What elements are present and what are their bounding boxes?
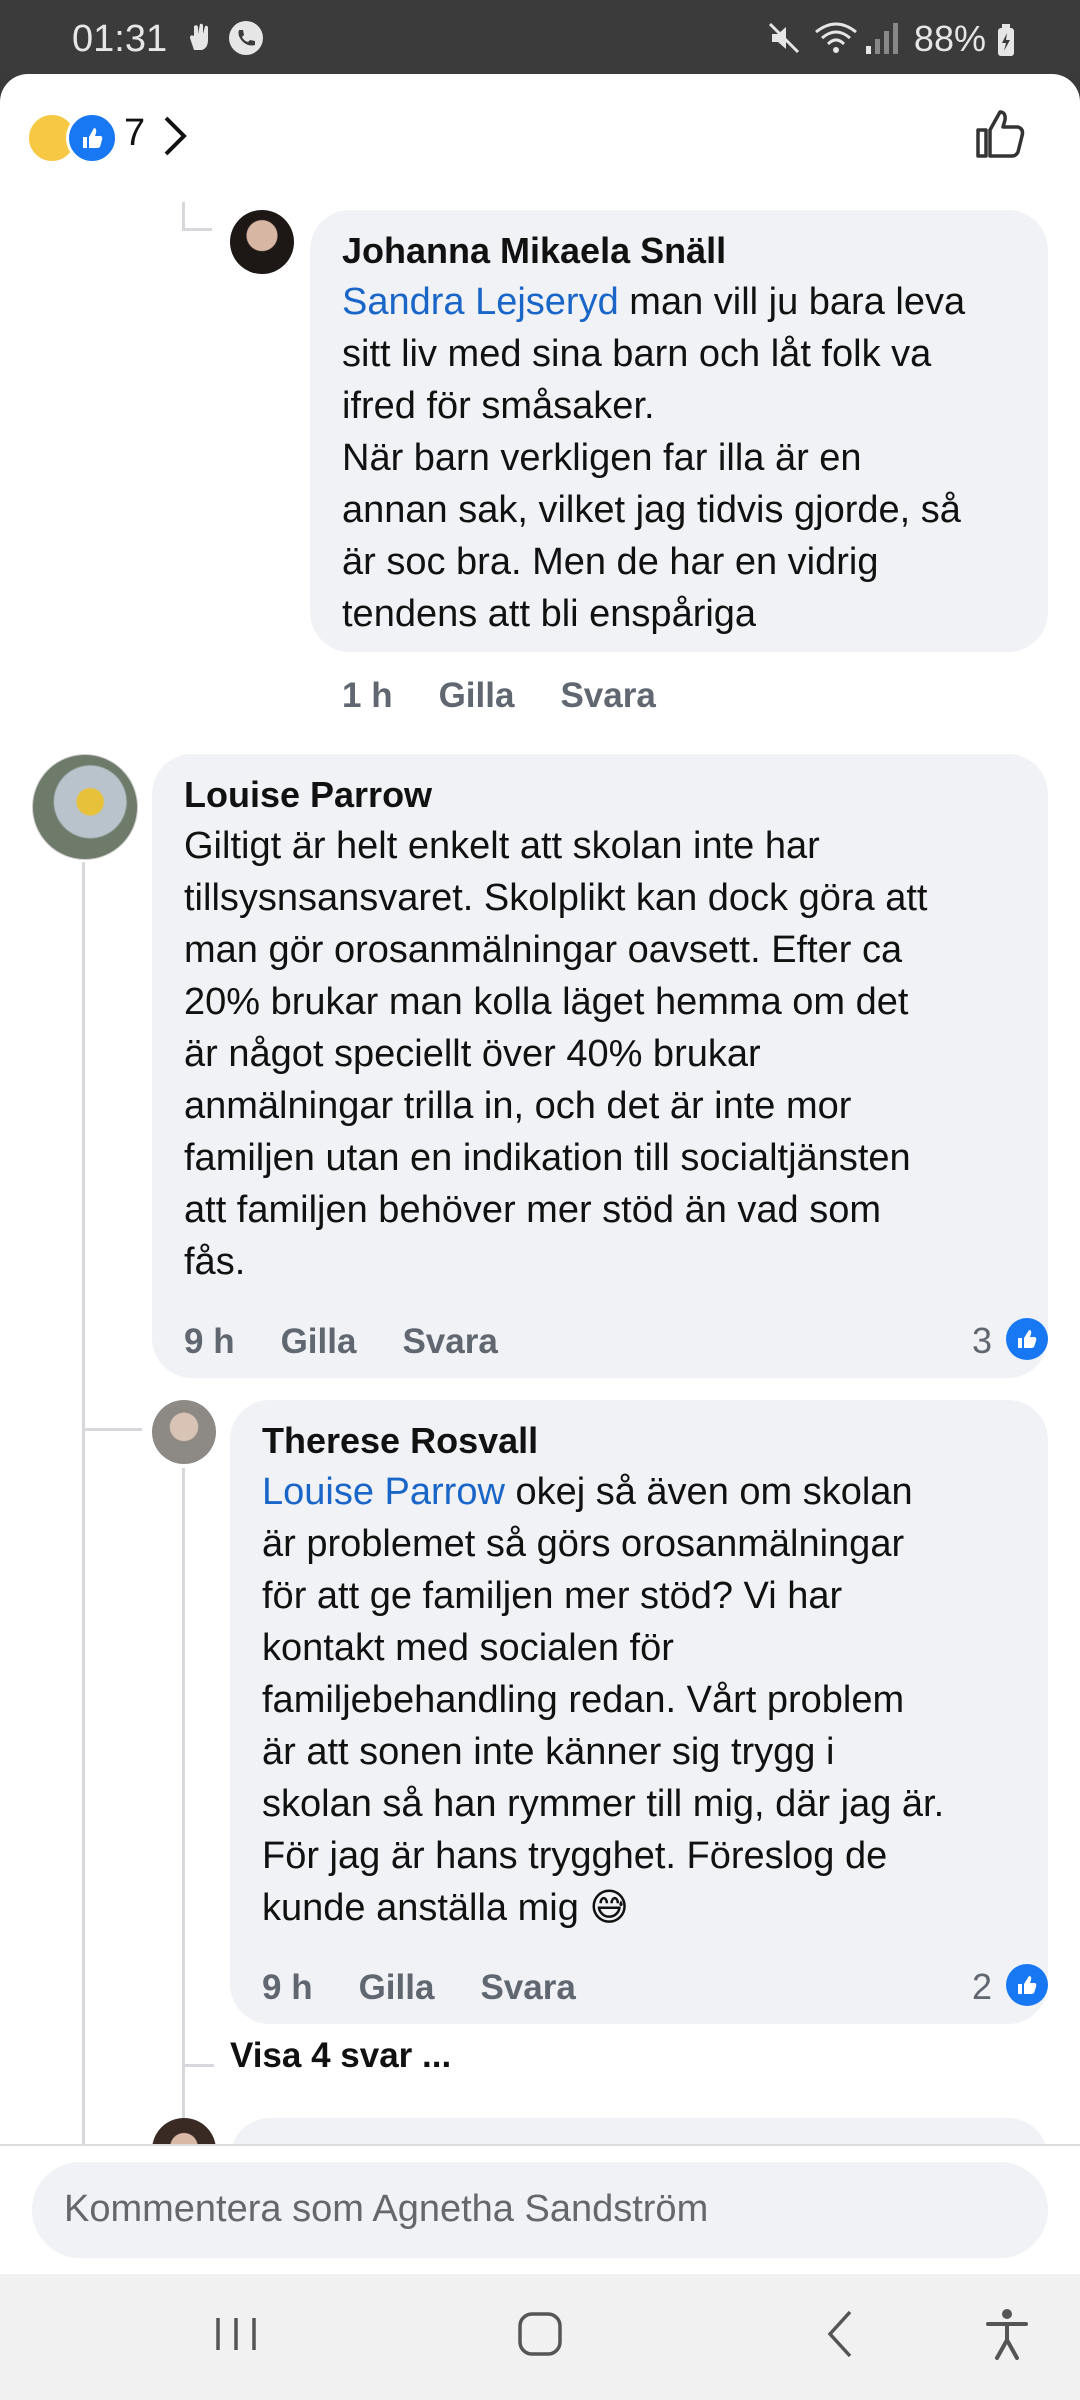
comment-composer: Kommentera som Agnetha Sandström	[0, 2144, 1080, 2274]
comment-actions: 9 h Gilla Svara	[184, 1322, 544, 1362]
comment-time: 9 h	[184, 1322, 235, 1361]
comment-author[interactable]: Therese Rosvall	[262, 1420, 538, 1462]
like-link[interactable]: Gilla	[359, 1968, 435, 2007]
like-reaction-icon	[1006, 1318, 1048, 1360]
status-bar: 01:31 88%	[0, 0, 1080, 74]
like-link[interactable]: Gilla	[281, 1322, 357, 1361]
home-icon[interactable]	[514, 2304, 566, 2364]
like-outline-icon[interactable]	[972, 106, 1028, 162]
status-time: 01:31	[72, 18, 168, 60]
like-link[interactable]: Gilla	[439, 676, 515, 715]
like-reaction-icon	[1006, 1964, 1048, 2006]
comment-input[interactable]: Kommentera som Agnetha Sandström	[32, 2162, 1048, 2258]
comment-author[interactable]: Johanna Mikaela Snäll	[342, 230, 726, 272]
back-icon[interactable]	[820, 2304, 860, 2364]
battery-level: 88%	[914, 18, 1016, 60]
recent-apps-icon[interactable]	[212, 2304, 260, 2364]
like-reaction-icon	[66, 112, 118, 164]
thread-connector	[182, 2064, 214, 2067]
phone-call-icon	[229, 21, 263, 55]
thread-connector	[82, 1428, 142, 1431]
comment-text: Giltigt är helt enkelt att skolan inte h…	[184, 825, 928, 1283]
reply-link[interactable]: Svara	[402, 1322, 497, 1361]
system-navbar	[0, 2274, 1080, 2400]
reply-link[interactable]: Svara	[560, 676, 655, 715]
wifi-icon	[815, 22, 857, 53]
comment-author[interactable]: Louise Parrow	[184, 774, 432, 816]
signal-icon	[866, 23, 898, 54]
mention-link[interactable]: Louise Parrow	[262, 1471, 505, 1513]
reaction-count: 7	[124, 112, 146, 154]
avatar[interactable]	[152, 1400, 216, 1464]
like-count[interactable]: 2	[972, 1966, 992, 2008]
thread-line-reply	[182, 1468, 185, 2152]
like-count[interactable]: 3	[972, 1320, 992, 1362]
comments-sheet: 7 Johanna Mikaela Snäll Sandra Lejseryd …	[0, 74, 1080, 2274]
battery-icon	[998, 24, 1014, 57]
mention-link[interactable]: Sandra Lejseryd	[342, 281, 619, 323]
comment-input-placeholder: Kommentera som Agnetha Sandström	[64, 2188, 709, 2230]
comment-time: 9 h	[262, 1968, 313, 2007]
comment-time: 1 h	[342, 676, 393, 715]
thread-connector	[182, 228, 212, 231]
comment-text: Sandra Lejseryd man vill ju bara leva si…	[342, 281, 966, 635]
accessibility-icon[interactable]	[982, 2304, 1032, 2364]
hand-icon	[190, 23, 208, 50]
comment-actions: 1 h Gilla Svara	[342, 676, 702, 716]
chevron-right-icon[interactable]	[160, 114, 190, 158]
comment-text: Louise Parrow okej så även om skolan är …	[262, 1471, 945, 1929]
comment-actions: 9 h Gilla Svara	[262, 1968, 622, 2008]
thread-connector	[182, 202, 185, 228]
mute-icon	[768, 22, 800, 54]
reactions-header[interactable]: 7	[0, 74, 1080, 202]
reply-link[interactable]: Svara	[480, 1968, 575, 2007]
avatar[interactable]	[32, 754, 138, 860]
view-replies-link[interactable]: Visa 4 svar ...	[230, 2036, 451, 2076]
thread-line-main	[82, 862, 85, 2144]
avatar[interactable]	[230, 210, 294, 274]
